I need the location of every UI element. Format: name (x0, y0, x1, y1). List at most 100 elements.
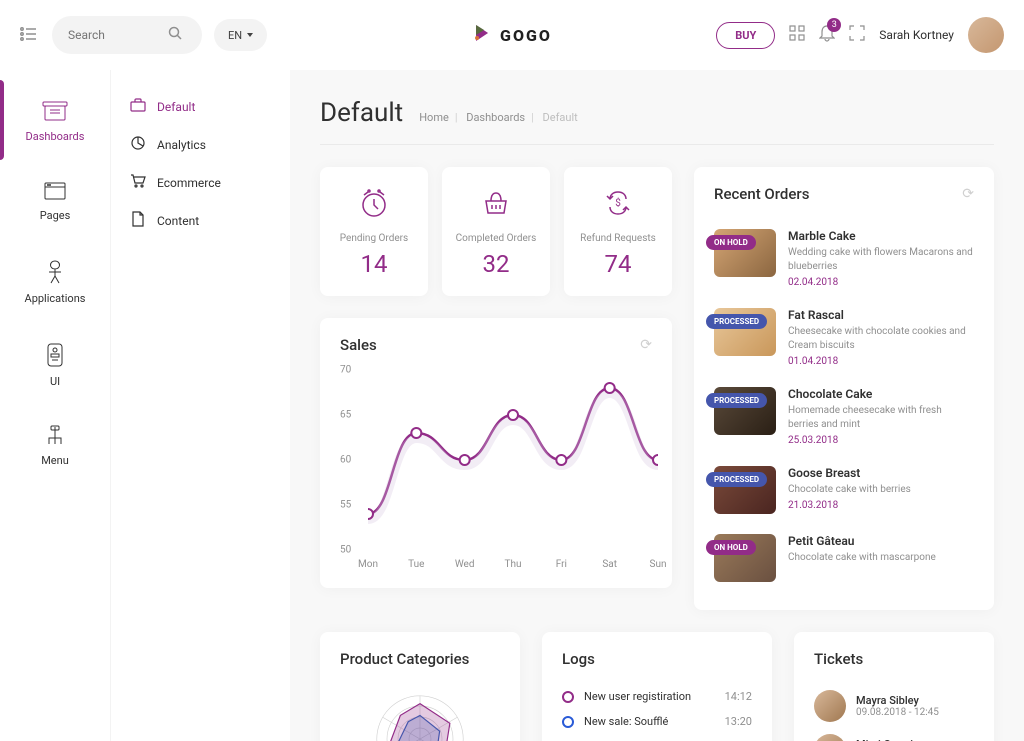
log-row[interactable]: New sale: Soufflé 13:20 (562, 709, 752, 734)
avatar[interactable] (968, 17, 1004, 53)
sidebar-main: Dashboards Pages Applications UI Menu (0, 70, 110, 741)
sidebar-item-pages[interactable]: Pages (0, 161, 110, 240)
order-title: Petit Gâteau (788, 534, 974, 548)
topbar: EN GOGO BUY 3 Sarah Kortney (0, 0, 1024, 70)
logo[interactable]: GOGO (472, 23, 552, 47)
log-time: 14:12 (725, 690, 752, 703)
sub-item-analytics[interactable]: Analytics (129, 125, 272, 164)
sidebar-item-menu[interactable]: Menu (0, 406, 110, 485)
order-title: Marble Cake (788, 229, 974, 243)
log-row[interactable]: 14 products added12:55 (562, 734, 752, 741)
stat-card-pending[interactable]: Pending Orders 14 (320, 167, 428, 296)
recent-orders-card: Recent Orders ⟳ ON HOLDMarble CakeWedding… (694, 167, 994, 610)
order-title: Chocolate Cake (788, 387, 974, 401)
search-input[interactable] (68, 28, 168, 42)
sidebar-item-label: Dashboards (26, 130, 85, 143)
breadcrumb: Home| Dashboards| Default (419, 111, 578, 124)
lang-select[interactable]: EN (214, 19, 267, 51)
order-desc: Homemade cheesecake with fresh berries a… (788, 404, 974, 432)
tickets-list: Mayra Sibley09.08.2018 - 12:45Mimi Carre… (814, 684, 974, 741)
crumb-current: Default (543, 111, 578, 124)
stat-card-refund[interactable]: $ Refund Requests 74 (564, 167, 672, 296)
logs-list: New user registiration 14:12 New sale: Sou… (562, 684, 752, 741)
sales-title: Sales (340, 336, 377, 354)
product-categories-card: Product Categories (320, 632, 520, 741)
logs-card: Logs New user registiration 14:12 New sale… (542, 632, 772, 741)
pc-title: Product Categories (340, 650, 469, 668)
stat-label: Completed Orders (452, 233, 540, 244)
sidebar-item-dashboards[interactable]: Dashboards (0, 80, 110, 161)
log-text: New sale: Soufflé (584, 715, 715, 728)
username[interactable]: Sarah Kortney (879, 28, 954, 42)
order-thumb: ON HOLD (714, 534, 776, 582)
grid-icon[interactable] (789, 25, 805, 45)
y-tick: 50 (340, 545, 351, 556)
log-row[interactable]: New user registiration 14:12 (562, 684, 752, 709)
bottom-row: Product Categories Logs New user registi… (320, 632, 994, 741)
stat-value: 74 (574, 250, 662, 278)
menu-toggle-icon[interactable] (20, 26, 38, 45)
order-thumb: PROCESSED (714, 466, 776, 514)
notif-badge: 3 (827, 18, 841, 32)
fullscreen-icon[interactable] (849, 25, 865, 45)
sub-item-ecommerce[interactable]: Ecommerce (129, 164, 272, 201)
log-time: 13:20 (725, 715, 752, 728)
sidebar-item-label: Pages (40, 209, 71, 222)
search-input-wrap (52, 16, 202, 54)
order-item[interactable]: PROCESSED Chocolate Cake Homemade cheeseca… (714, 377, 974, 456)
order-thumb: PROCESSED (714, 387, 776, 435)
tickets-card: Tickets Mayra Sibley09.08.2018 - 12:45Mi… (794, 632, 994, 741)
y-tick: 70 (340, 365, 351, 376)
stat-card-completed[interactable]: Completed Orders 32 (442, 167, 550, 296)
status-badge: PROCESSED (706, 472, 767, 487)
search-icon[interactable] (168, 26, 182, 44)
avatar (814, 690, 846, 722)
order-item[interactable]: ON HOLDMarble CakeWedding cake with flow… (714, 219, 974, 298)
recent-title: Recent Orders (714, 185, 809, 203)
order-title: Goose Breast (788, 466, 974, 480)
sub-item-default[interactable]: Default (129, 88, 272, 125)
sub-item-label: Content (157, 214, 199, 228)
sidebar-item-label: Menu (41, 454, 69, 467)
sidebar-item-applications[interactable]: Applications (0, 240, 110, 323)
crumb[interactable]: Dashboards (466, 111, 525, 124)
order-desc: Chocolate cake with berries (788, 483, 974, 497)
logo-text: GOGO (500, 26, 552, 45)
sidebar-item-label: Applications (25, 292, 86, 305)
bell-icon[interactable]: 3 (819, 24, 835, 46)
x-tick: Sun (650, 559, 667, 570)
ticket-row[interactable]: Mayra Sibley09.08.2018 - 12:45 (814, 684, 974, 728)
log-ring-icon (562, 716, 574, 728)
x-tick: Tue (408, 559, 424, 570)
stat-label: Pending Orders (330, 233, 418, 244)
buy-button[interactable]: BUY (716, 22, 775, 49)
sidebar-item-ui[interactable]: UI (0, 323, 110, 406)
order-item[interactable]: ON HOLDPetit GâteauChocolate cake with m… (714, 524, 974, 592)
order-thumb: PROCESSED (714, 308, 776, 356)
log-text: New user registiration (584, 690, 715, 703)
orders-list: ON HOLDMarble CakeWedding cake with flow… (714, 219, 974, 592)
crumb[interactable]: Home (419, 111, 449, 124)
ticket-row[interactable]: Mimi Carreira05.08.2018 - 10:20 (814, 728, 974, 741)
status-badge: PROCESSED (706, 393, 767, 408)
order-item[interactable]: PROCESSED Goose Breast Chocolate cake with… (714, 456, 974, 524)
top-right: BUY 3 Sarah Kortney (716, 17, 1004, 53)
stat-label: Refund Requests (574, 233, 662, 244)
refresh-icon[interactable]: ⟳ (640, 337, 652, 353)
x-tick: Mon (358, 559, 378, 570)
ticket-date: 09.08.2018 - 12:45 (856, 707, 939, 718)
x-tick: Fri (556, 559, 567, 570)
sidebar-item-label: UI (50, 375, 60, 388)
logs-title: Logs (562, 650, 595, 668)
stat-row: Pending Orders 14 Completed Orders 32 $ … (320, 167, 672, 296)
order-item[interactable]: PROCESSEDFat RascalCheesecake with choco… (714, 298, 974, 377)
briefcase-icon (129, 98, 147, 115)
stat-value: 14 (330, 250, 418, 278)
content: Default Home| Dashboards| Default Pendin… (290, 70, 1024, 741)
x-tick: Thu (505, 559, 522, 570)
sub-item-content[interactable]: Content (129, 201, 272, 240)
refund-icon: $ (574, 187, 662, 223)
stat-value: 32 (452, 250, 540, 278)
order-desc: Cheesecake with chocolate cookies and Cr… (788, 325, 974, 353)
refresh-icon[interactable]: ⟳ (962, 186, 974, 202)
